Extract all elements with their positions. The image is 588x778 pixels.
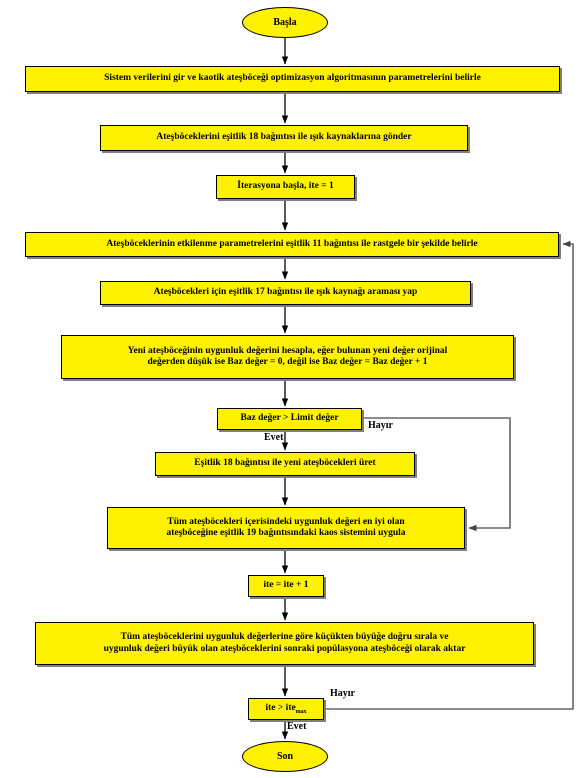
node-sort-transfer-label: Tüm ateşböceklerini uygunluk değerlerine… [103, 632, 466, 654]
node-ite-max-decision[interactable]: ite > itemax [248, 698, 324, 720]
node-send-fireflies[interactable]: Ateşböceklerini eşitlik 18 bağıntısı ile… [100, 125, 468, 151]
edge-label-hayir-itemax: Hayır [330, 688, 355, 699]
node-input-params-label: Sistem verilerini gir ve kaotik ateşböce… [104, 73, 481, 84]
node-generate-new-label: Eşitlik 18 bağıntısı ile yeni ateşböcekl… [194, 458, 376, 469]
node-fitness-calc[interactable]: Yeni ateşböceğinin uygunluk değerini hes… [61, 335, 514, 379]
node-ite-max-main: ite > ite [265, 702, 296, 713]
node-end[interactable]: Son [242, 741, 328, 772]
node-fitness-calc-label: Yeni ateşböceğinin uygunluk değerini hes… [127, 345, 448, 367]
node-ite-max-decision-label: ite > itemax [262, 703, 311, 716]
node-random-params[interactable]: Ateşböceklerinin etkilenme parametreleri… [25, 232, 559, 257]
node-limit-decision[interactable]: Baz değer > Limit değer [217, 408, 362, 430]
node-random-params-label: Ateşböceklerinin etkilenme parametreleri… [106, 238, 478, 249]
node-input-params[interactable]: Sistem verilerini gir ve kaotik ateşböce… [25, 66, 560, 92]
edge-label-hayir-limit: Hayır [368, 420, 393, 431]
node-apply-chaos[interactable]: Tüm ateşböcekleri içerisindeki uygunluk … [107, 507, 465, 549]
edge-label-evet-limit: Evet [264, 432, 284, 443]
node-end-label: Son [276, 750, 294, 762]
node-sort-transfer[interactable]: Tüm ateşböceklerini uygunluk değerlerine… [35, 622, 534, 665]
node-start-iteration[interactable]: İterasyona başla, ite = 1 [216, 175, 355, 199]
node-generate-new[interactable]: Eşitlik 18 bağıntısı ile yeni ateşböcekl… [155, 452, 415, 476]
flowchart-canvas: Başla Sistem verilerini gir ve kaotik at… [0, 0, 588, 778]
node-ite-max-subscript: max [295, 708, 307, 715]
node-start[interactable]: Başla [242, 7, 328, 38]
node-send-fireflies-label: Ateşböceklerini eşitlik 18 bağıntısı ile… [156, 132, 412, 143]
node-start-iteration-label: İterasyona başla, ite = 1 [237, 181, 334, 192]
node-apply-chaos-label: Tüm ateşböcekleri içerisindeki uygunluk … [166, 516, 406, 538]
node-start-label: Başla [273, 16, 297, 28]
edge-label-evet-itemax: Evet [287, 721, 307, 732]
node-increment-ite[interactable]: ite = ite + 1 [248, 575, 324, 597]
node-light-search-label: Ateşböcekleri için eşitlik 17 bağıntısı … [153, 287, 418, 298]
node-increment-ite-label: ite = ite + 1 [263, 580, 309, 591]
node-light-search[interactable]: Ateşböcekleri için eşitlik 17 bağıntısı … [100, 281, 471, 305]
node-limit-decision-label: Baz değer > Limit değer [240, 413, 339, 424]
